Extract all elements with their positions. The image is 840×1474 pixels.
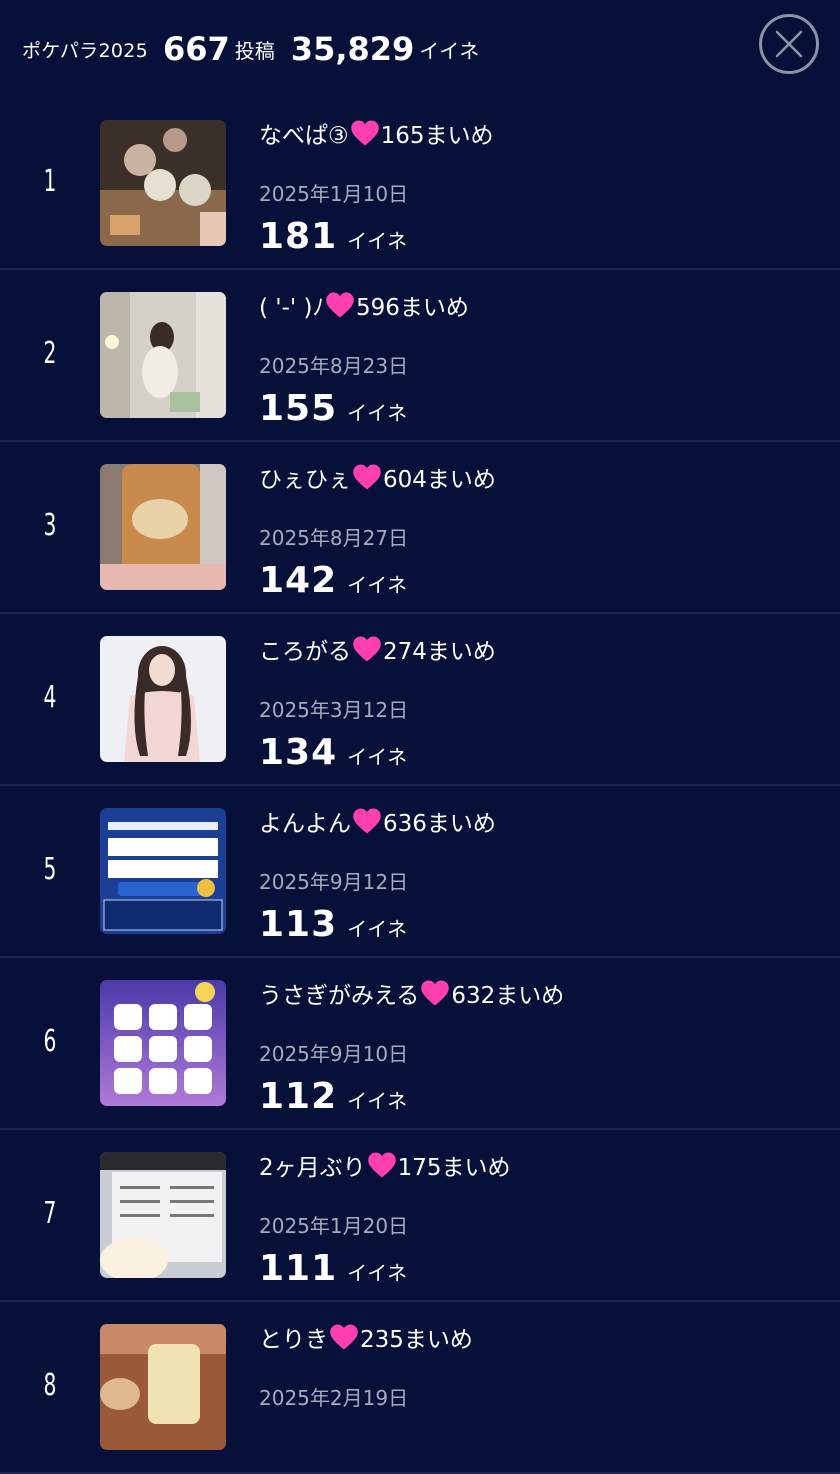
post-likes: 155 イイネ bbox=[259, 388, 407, 429]
post-date: 2025年2月19日 bbox=[259, 1386, 409, 1410]
likes-unit: イイネ bbox=[347, 1261, 408, 1285]
brand-title: ポケパラ2025 bbox=[22, 39, 148, 62]
rank-number: 7 bbox=[43, 1196, 57, 1231]
rank-number: 5 bbox=[43, 852, 57, 887]
rank-number: 6 bbox=[43, 1024, 57, 1059]
post-thumbnail[interactable] bbox=[100, 636, 226, 762]
heart-icon bbox=[330, 1324, 358, 1350]
post-title: とりき 235まいめ bbox=[259, 1320, 473, 1354]
post-likes: 111 イイネ bbox=[259, 1248, 407, 1289]
post-title: ひぇひぇ 604まいめ bbox=[259, 460, 496, 494]
post-thumbnail[interactable] bbox=[100, 292, 226, 418]
post-date: 2025年1月10日 bbox=[259, 182, 409, 206]
likes-unit: イイネ bbox=[347, 401, 408, 425]
ranking-item[interactable]: 5 よんよん 636まいめ 2025年9月12日 113 イイネ bbox=[0, 786, 840, 958]
rank-number: 3 bbox=[43, 508, 57, 543]
post-thumbnail[interactable] bbox=[100, 980, 226, 1106]
ranking-item[interactable]: 1 なべぱ③ 165まいめ 2025年1月10日 181 イイネ bbox=[0, 98, 840, 270]
post-thumbnail[interactable] bbox=[100, 1152, 226, 1278]
post-thumbnail[interactable] bbox=[100, 808, 226, 934]
likes-total: 35,829 bbox=[290, 30, 415, 68]
likes-total-unit: イイネ bbox=[419, 38, 480, 63]
heart-icon bbox=[353, 636, 381, 662]
post-title: うさぎがみえる 632まいめ bbox=[259, 976, 564, 1010]
likes-count: 113 bbox=[259, 904, 338, 945]
post-date: 2025年9月10日 bbox=[259, 1042, 409, 1066]
post-likes: 112 イイネ bbox=[259, 1076, 407, 1117]
close-button[interactable] bbox=[759, 14, 819, 74]
heart-icon bbox=[353, 464, 381, 490]
ranking-item[interactable]: 7 2ヶ月ぶり 175まいめ 2025年1月20日 111 イイネ bbox=[0, 1130, 840, 1302]
post-thumbnail[interactable] bbox=[100, 464, 226, 590]
post-title: なべぱ③ 165まいめ bbox=[259, 116, 494, 150]
post-date: 2025年8月27日 bbox=[259, 526, 409, 550]
ranking-item[interactable]: 8 とりき 235まいめ 2025年2月19日 bbox=[0, 1302, 840, 1474]
post-title: ( '-' )ﾉ 596まいめ bbox=[259, 288, 469, 322]
ranking-item[interactable]: 6 うさぎがみえる 632まいめ 2025年9月10日 112 イイネ bbox=[0, 958, 840, 1130]
likes-unit: イイネ bbox=[347, 573, 408, 597]
likes-count: 112 bbox=[259, 1076, 338, 1117]
likes-unit: イイネ bbox=[347, 745, 408, 769]
likes-count: 142 bbox=[259, 560, 338, 601]
posts-unit: 投稿 bbox=[234, 38, 275, 63]
post-likes: 142 イイネ bbox=[259, 560, 407, 601]
likes-count: 155 bbox=[259, 388, 338, 429]
close-icon bbox=[775, 30, 803, 58]
post-likes: 134 イイネ bbox=[259, 732, 407, 773]
post-date: 2025年1月20日 bbox=[259, 1214, 409, 1238]
likes-count: 181 bbox=[259, 216, 338, 257]
heart-icon bbox=[353, 808, 381, 834]
ranking-item[interactable]: 3 ひぇひぇ 604まいめ 2025年8月27日 142 イイネ bbox=[0, 442, 840, 614]
heart-icon bbox=[350, 120, 379, 146]
rank-number: 4 bbox=[43, 680, 57, 715]
post-title: 2ヶ月ぶり 175まいめ bbox=[259, 1148, 511, 1182]
rank-number: 8 bbox=[43, 1368, 57, 1403]
likes-unit: イイネ bbox=[347, 917, 408, 941]
post-thumbnail[interactable] bbox=[100, 120, 226, 246]
post-title: ころがる 274まいめ bbox=[259, 632, 496, 666]
heart-icon bbox=[326, 292, 354, 318]
likes-unit: イイネ bbox=[347, 1089, 408, 1113]
likes-count: 111 bbox=[259, 1248, 338, 1289]
post-date: 2025年9月12日 bbox=[259, 870, 409, 894]
likes-unit: イイネ bbox=[347, 229, 408, 253]
heart-icon bbox=[367, 1152, 396, 1178]
header: ポケパラ2025 667 投稿 35,829 イイネ bbox=[0, 0, 840, 98]
ranking-item[interactable]: 4 ころがる 274まいめ 2025年3月12日 134 イイネ bbox=[0, 614, 840, 786]
ranking-list: 1 なべぱ③ 165まいめ 2025年1月10日 181 イイネ 2 ('-'… bbox=[0, 98, 840, 1474]
post-likes: 181 イイネ bbox=[259, 216, 407, 257]
post-likes: 113 イイネ bbox=[259, 904, 407, 945]
post-date: 2025年3月12日 bbox=[259, 698, 409, 722]
rank-number: 1 bbox=[43, 164, 57, 199]
post-title: よんよん 636まいめ bbox=[259, 804, 496, 838]
posts-count: 667 bbox=[163, 30, 230, 68]
rank-number: 2 bbox=[43, 336, 57, 371]
likes-count: 134 bbox=[259, 732, 338, 773]
heart-icon bbox=[421, 980, 450, 1006]
ranking-item[interactable]: 2 ( '-' )ﾉ 596まいめ 2025年8月23日 155 イイネ bbox=[0, 270, 840, 442]
post-date: 2025年8月23日 bbox=[259, 354, 409, 378]
post-thumbnail[interactable] bbox=[100, 1324, 226, 1450]
